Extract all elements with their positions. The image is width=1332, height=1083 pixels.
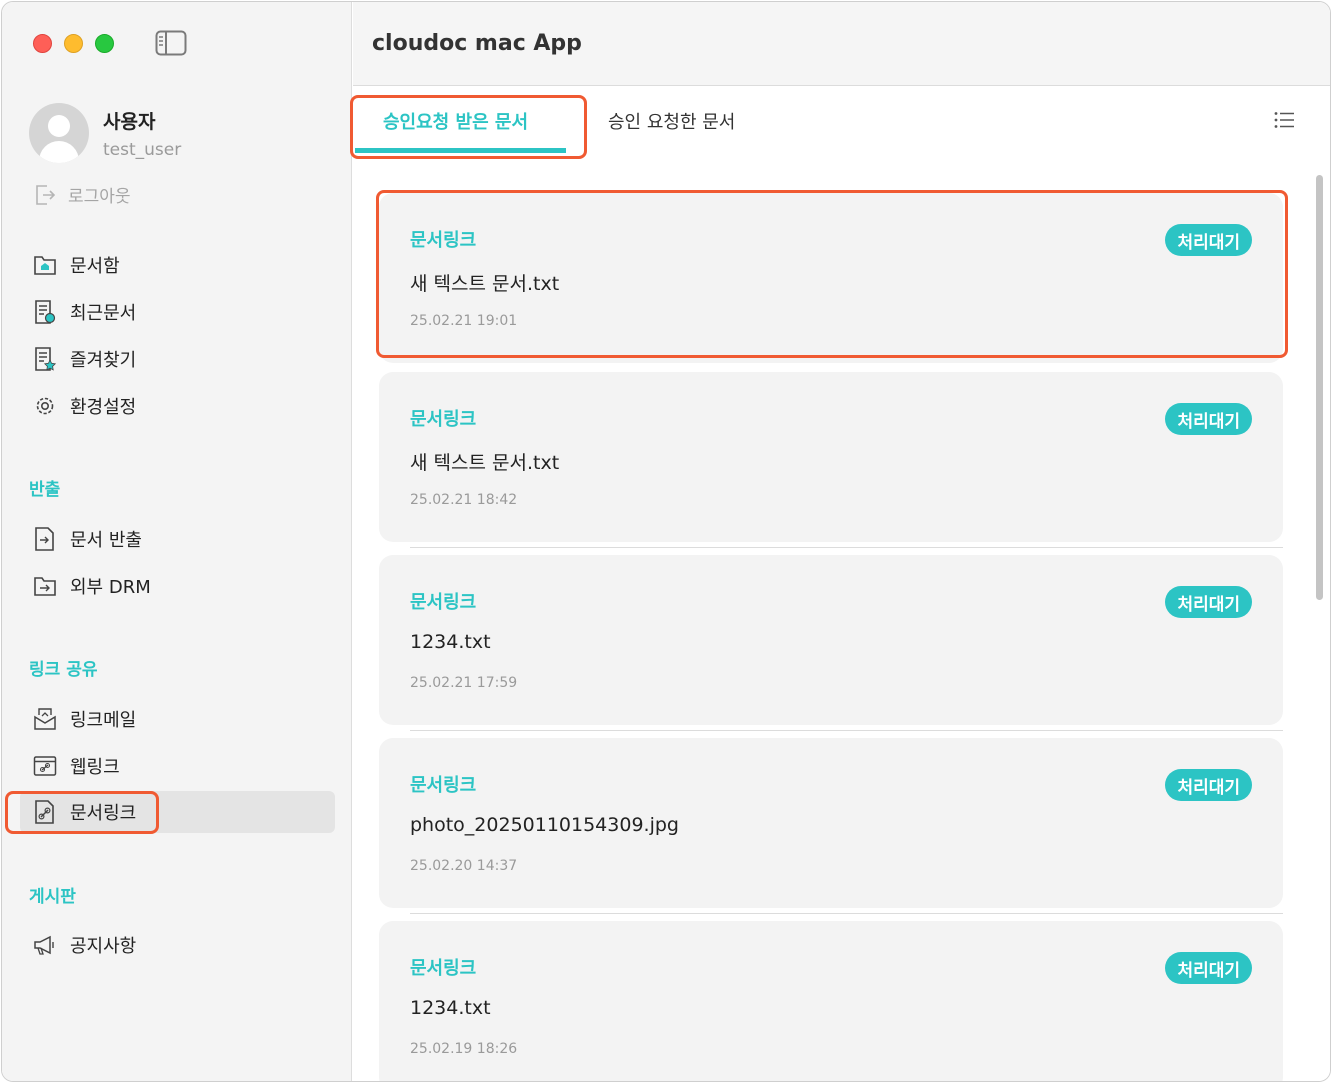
user-name: 사용자 — [103, 110, 156, 133]
card-file-name: photo_20250110154309.jpg — [410, 814, 679, 836]
list-view-icon[interactable] — [1274, 111, 1296, 129]
sidebar-item-label: 즐겨찾기 — [70, 350, 137, 371]
favorite-doc-icon — [32, 346, 58, 372]
card-divider — [410, 547, 1283, 548]
user-profile: 사용자 test_user — [29, 103, 181, 163]
card-file-name: 1234.txt — [410, 631, 491, 653]
minimize-window-button[interactable] — [64, 34, 83, 53]
app-window: 사용자 test_user 로그아웃 문서함 최근문서 즐겨찾기 환경설정 반출… — [1, 1, 1331, 1082]
status-badge: 처리대기 — [1165, 586, 1252, 618]
folder-home-icon — [32, 252, 58, 278]
card-date: 25.02.19 18:26 — [410, 1041, 518, 1057]
sidebar-item-label: 외부 DRM — [70, 577, 151, 598]
sidebar-item-recent-docs[interactable]: 최근문서 — [20, 291, 335, 333]
card-date: 25.02.20 14:37 — [410, 858, 518, 874]
sidebar-item-link-mail[interactable]: 링크메일 — [20, 698, 335, 740]
approval-card[interactable]: 문서링크 photo_20250110154309.jpg 25.02.20 1… — [379, 738, 1283, 908]
card-date: 25.02.21 17:59 — [410, 675, 518, 691]
zoom-window-button[interactable] — [95, 34, 114, 53]
card-type: 문서링크 — [410, 592, 477, 613]
sidebar-item-doc-export[interactable]: 문서 반출 — [20, 518, 335, 560]
link-mail-icon — [32, 706, 58, 732]
sidebar-item-label: 최근문서 — [70, 303, 137, 324]
sidebar-item-label: 문서 반출 — [70, 530, 142, 551]
highlight-box-tab — [350, 95, 587, 159]
sidebar-toggle-icon[interactable] — [155, 30, 187, 56]
megaphone-icon — [32, 932, 58, 958]
highlight-box-card — [376, 190, 1288, 358]
title-bar: cloudoc mac App — [353, 2, 1330, 86]
logout-label: 로그아웃 — [68, 187, 131, 207]
user-id: test_user — [103, 139, 182, 160]
status-badge: 처리대기 — [1165, 403, 1252, 435]
section-title-board: 게시판 — [29, 887, 76, 907]
approval-card[interactable]: 문서링크 1234.txt 25.02.19 18:26 처리대기 — [379, 921, 1283, 1081]
avatar — [29, 103, 89, 163]
sidebar-item-favorites[interactable]: 즐겨찾기 — [20, 338, 335, 380]
recent-doc-icon — [32, 299, 58, 325]
sidebar-item-label: 링크메일 — [70, 710, 137, 731]
external-drm-icon — [32, 573, 58, 599]
web-link-icon — [32, 753, 58, 779]
close-window-button[interactable] — [33, 34, 52, 53]
approval-card[interactable]: 문서링크 새 텍스트 문서.txt 25.02.21 18:42 처리대기 — [379, 372, 1283, 542]
status-badge: 처리대기 — [1165, 769, 1252, 801]
tab-sent-requests[interactable]: 승인 요청한 문서 — [608, 108, 735, 134]
scrollbar-thumb[interactable] — [1316, 175, 1323, 600]
gear-icon — [32, 393, 58, 419]
section-title-link-share: 링크 공유 — [29, 660, 98, 680]
card-file-name: 새 텍스트 문서.txt — [410, 452, 560, 474]
sidebar-item-notice[interactable]: 공지사항 — [20, 924, 335, 966]
sidebar-item-label: 공지사항 — [70, 936, 137, 957]
sidebar-item-label: 문서함 — [70, 256, 120, 277]
app-title: cloudoc mac App — [372, 31, 582, 56]
sidebar: 사용자 test_user 로그아웃 문서함 최근문서 즐겨찾기 환경설정 반출… — [2, 2, 352, 1081]
approval-card[interactable]: 문서링크 1234.txt 25.02.21 17:59 처리대기 — [379, 555, 1283, 725]
section-title-export: 반출 — [29, 480, 61, 500]
sidebar-item-web-link[interactable]: 웹링크 — [20, 745, 335, 787]
sidebar-item-document-box[interactable]: 문서함 — [20, 244, 335, 286]
doc-export-icon — [32, 526, 58, 552]
window-controls — [33, 34, 114, 53]
vertical-scrollbar[interactable] — [1312, 172, 1326, 1081]
card-divider — [410, 730, 1283, 731]
sidebar-item-settings[interactable]: 환경설정 — [20, 385, 335, 427]
tab-bar: 승인요청 받은 문서 승인 요청한 문서 — [350, 86, 1330, 166]
main-panel: cloudoc mac App 승인요청 받은 문서 승인 요청한 문서 문서링… — [350, 2, 1330, 1081]
highlight-box-sidebar — [5, 791, 159, 834]
card-divider — [410, 913, 1283, 914]
sidebar-item-external-drm[interactable]: 외부 DRM — [20, 565, 335, 607]
card-type: 문서링크 — [410, 775, 477, 796]
logout-button[interactable]: 로그아웃 — [34, 182, 131, 207]
card-list[interactable]: 문서링크 새 텍스트 문서.txt 25.02.21 19:01 처리대기 문서… — [353, 168, 1330, 1081]
status-badge: 처리대기 — [1165, 952, 1252, 984]
card-type: 문서링크 — [410, 958, 477, 979]
card-type: 문서링크 — [410, 409, 477, 430]
sidebar-item-label: 환경설정 — [70, 397, 137, 418]
card-date: 25.02.21 18:42 — [410, 492, 518, 508]
card-file-name: 1234.txt — [410, 997, 491, 1019]
logout-icon — [36, 184, 56, 205]
sidebar-item-label: 웹링크 — [70, 757, 120, 778]
